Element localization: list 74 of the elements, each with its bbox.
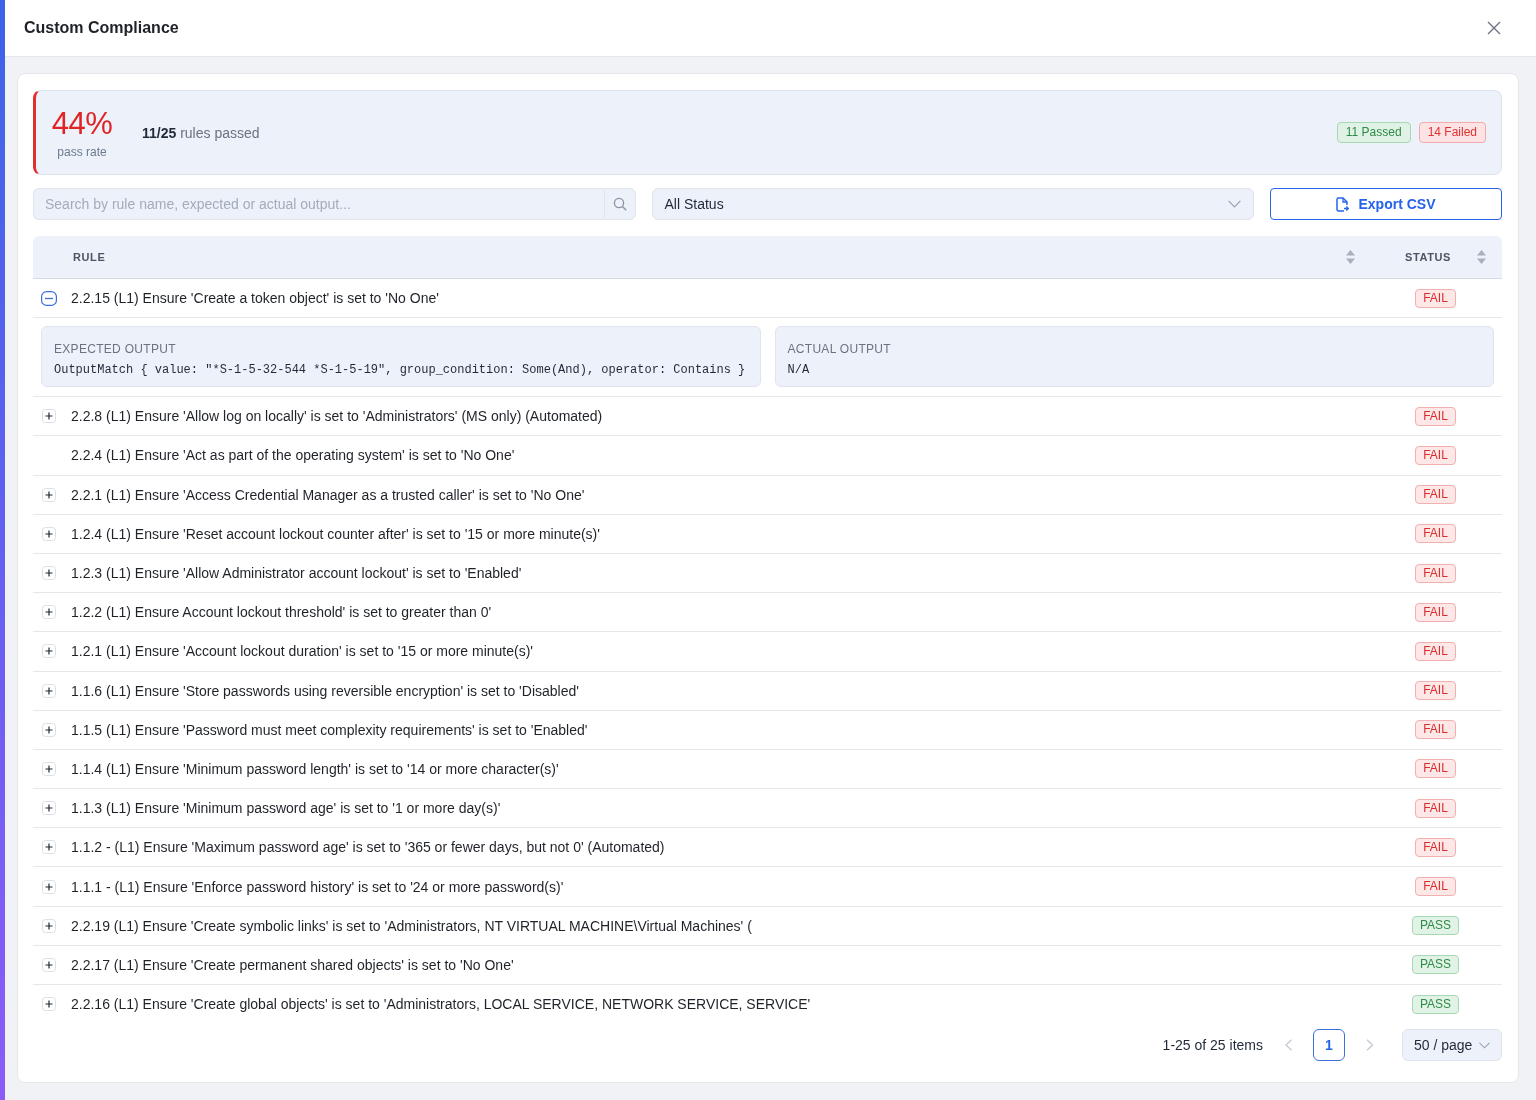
plus-icon[interactable] (42, 644, 56, 659)
status-badge: PASS (1411, 916, 1460, 936)
rule-name: 1.2.2 (L1) Ensure Account lockout threshold' is set to greater than 0' (71, 604, 492, 621)
status-badge: PASS (1411, 955, 1460, 975)
status-badge: FAIL (1415, 602, 1456, 622)
status-badge: FAIL (1415, 720, 1456, 740)
rule-name: 1.1.1 - (L1) Ensure 'Enforce password history' is set to '24 or more password(s)' (71, 878, 564, 895)
rule-name: 2.2.19 (L1) Ensure 'Create symbolic links' is set to 'Administrators, NT VIRTUAL MACHINE\Virtual Machines' ( (71, 917, 752, 934)
status-badge: FAIL (1415, 563, 1456, 583)
page-button[interactable]: 1 (1313, 1029, 1345, 1061)
output-value: OutputMatch { value: "*S-1-5-32-544 *S-1-5-19", group_condition: Some(And), operator: Contains } (54, 362, 746, 379)
output-value: N/A (787, 362, 810, 379)
search-field[interactable]: Search by rule name, expected or actual output... (33, 188, 604, 220)
rule-name: 1.2.4 (L1) Ensure 'Reset account lockout counter after' is set to '15 or more minute(s)' (71, 525, 600, 542)
column-title: STATUS (1405, 251, 1451, 263)
plus-icon[interactable] (42, 879, 56, 894)
rule-name: 1.1.5 (L1) Ensure 'Password must meet complexity requirements' is set to 'Enabled' (71, 721, 588, 738)
status-select[interactable]: All Status (651, 188, 1254, 220)
minus-icon[interactable] (41, 290, 57, 306)
plus-icon[interactable] (42, 997, 56, 1012)
rule-name: 1.2.3 (L1) Ensure 'Allow Administrator account lockout' is set to 'Enabled' (71, 565, 522, 582)
plus-icon[interactable] (42, 722, 56, 737)
status-badge: FAIL (1415, 445, 1456, 465)
rule-name: 2.2.4 (L1) Ensure 'Act as part of the operating system' is set to 'No One' (71, 447, 515, 464)
rule-name: 1.1.2 - (L1) Ensure 'Maximum password age' is set to '365 or fewer days, but not 0' (Automated) (71, 839, 665, 856)
column-title: RULE (73, 251, 106, 263)
rule-name: 1.1.4 (L1) Ensure 'Minimum password length' is set to '14 or more character(s)' (71, 760, 559, 777)
plus-icon[interactable] (42, 683, 56, 698)
search-button[interactable] (603, 188, 636, 220)
rule-name: 1.2.1 (L1) Ensure 'Account lockout duration' is set to '15 or more minute(s)' (71, 643, 534, 660)
output-label: ACTUAL OUTPUT (787, 342, 891, 358)
close-icon[interactable] (1487, 21, 1501, 35)
output-label: EXPECTED OUTPUT (54, 342, 176, 358)
search-icon (612, 197, 627, 211)
status-badge: FAIL (1415, 877, 1456, 897)
chevron-down-icon (1479, 1041, 1490, 1049)
export-csv-button[interactable]: Export CSV (1270, 188, 1502, 220)
count-badge: 14 Failed (1418, 122, 1486, 143)
item-range-text: 1-25 of 25 items (1162, 1037, 1263, 1053)
pass-rate-value: 44% (51, 106, 113, 141)
rule-name: 1.1.3 (L1) Ensure 'Minimum password age' is set to '1 or more day(s)' (71, 800, 501, 817)
plus-icon[interactable] (42, 409, 56, 424)
document-arrow-icon (1336, 196, 1350, 212)
plus-icon[interactable] (42, 605, 56, 620)
status-badge: FAIL (1415, 406, 1456, 426)
status-badge: PASS (1411, 994, 1460, 1014)
status-badge: FAIL (1415, 288, 1456, 308)
rule-name: 2.2.16 (L1) Ensure 'Create global objects' is set to 'Administrators, LOCAL SERVICE, NETWORK SERVICE, SERVICE' (71, 996, 811, 1013)
dialog-title: Custom Compliance (24, 19, 179, 37)
plus-icon[interactable] (42, 761, 56, 776)
status-badge: FAIL (1415, 837, 1456, 857)
rule-name: 1.1.6 (L1) Ensure 'Store passwords using reversible encryption' is set to 'Disabled' (71, 682, 579, 699)
plus-icon[interactable] (42, 801, 56, 816)
rule-name: 2.2.15 (L1) Ensure 'Create a token object' is set to 'No One' (71, 290, 439, 307)
chevron-down-icon (1228, 200, 1241, 208)
plus-icon[interactable] (42, 526, 56, 541)
rule-name: 2.2.1 (L1) Ensure 'Access Credential Manager as a trusted caller' is set to 'No One' (71, 486, 585, 503)
plus-icon[interactable] (42, 918, 56, 933)
rule-name: 2.2.8 (L1) Ensure 'Allow log on locally' is set to 'Administrators' (MS only) (Automated) (71, 408, 603, 425)
plus-icon[interactable] (42, 566, 56, 581)
rule-name: 2.2.17 (L1) Ensure 'Create permanent shared objects' is set to 'No One' (71, 956, 514, 973)
status-badge: FAIL (1415, 681, 1456, 701)
plus-icon[interactable] (42, 957, 56, 972)
status-badge: FAIL (1415, 485, 1456, 505)
status-badge: FAIL (1415, 759, 1456, 779)
status-badge: FAIL (1415, 524, 1456, 544)
status-badge: FAIL (1415, 641, 1456, 661)
plus-icon[interactable] (42, 487, 56, 502)
plus-icon[interactable] (42, 840, 56, 855)
rules-passed-text: 11/25 rules passed (142, 124, 260, 141)
page-size-select[interactable]: 50 / page (1402, 1029, 1502, 1061)
status-badge: FAIL (1415, 798, 1456, 818)
count-badge: 11 Passed (1336, 122, 1411, 143)
pass-rate-label: pass rate (57, 144, 107, 159)
